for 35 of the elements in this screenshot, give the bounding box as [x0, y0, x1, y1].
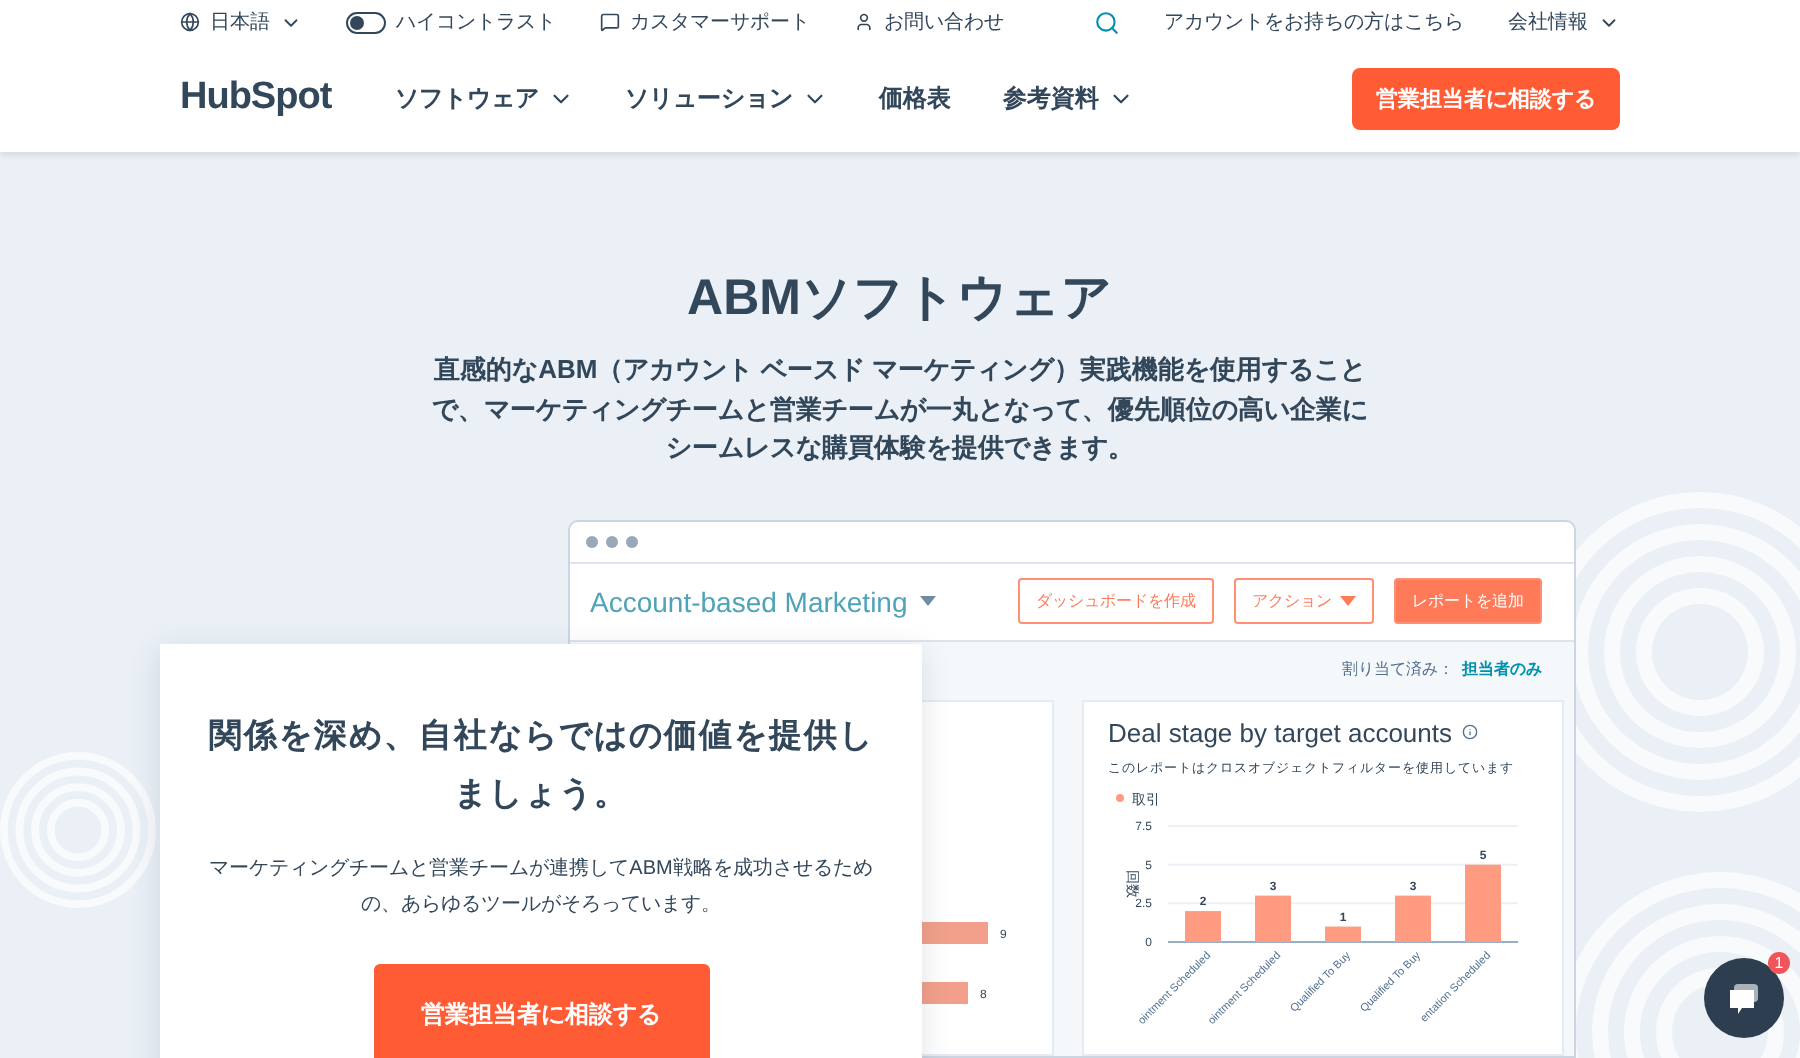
filter-label: 割り当て済み： [1342, 657, 1454, 679]
chart-bar [1325, 925, 1361, 941]
globe-icon [180, 12, 200, 32]
nav-item[interactable]: ソリューション [625, 81, 828, 115]
nav-item[interactable]: 価格表 [879, 81, 952, 115]
person-icon [854, 12, 874, 32]
chat-bubble-icon [1726, 980, 1762, 1016]
login-link[interactable]: アカウントをお持ちの方はこちら [1164, 8, 1464, 36]
toggle-label: ハイコントラスト [396, 10, 556, 36]
support-link[interactable]: カスタマーサポート [630, 8, 810, 36]
page-subtitle: 直感的なABM（アカウント ベースド マーケティング）実践機能を使用することで、マーケティングチームと営業チームが一丸となって、優先順位の高い企業にシームレスな購買体験を提供できます。 [430, 352, 1370, 466]
company-menu[interactable]: 会社情報 [1508, 8, 1620, 36]
chart-bar [1185, 910, 1221, 941]
language-selector[interactable]: 日本語 [180, 8, 302, 36]
card-text: マーケティングチームと営業チームが連携してABM戦略を成功させるための、あらゆるツールがそろっています。 [207, 855, 875, 920]
window-dot [586, 535, 598, 547]
nav-item[interactable]: ソフトウェア [395, 81, 574, 115]
page-title: ABMソフトウェア [687, 268, 1113, 330]
chart-bar [1255, 894, 1291, 941]
caret-icon [919, 596, 936, 606]
notification-badge: 1 [1768, 952, 1790, 974]
card-title: 関係を深め、自社ならではの価値を提供しましょう。 [206, 716, 876, 816]
info-icon[interactable] [1462, 724, 1478, 740]
nav-item[interactable]: 参考資料 [1003, 81, 1134, 115]
contact-link[interactable]: お問い合わせ [884, 8, 1004, 36]
toggle-switch[interactable] [346, 11, 386, 33]
chart-bar [1465, 863, 1501, 941]
window-dot [626, 535, 638, 547]
chat-icon [600, 12, 620, 32]
window-dot [606, 535, 618, 547]
report-title: Deal stage by target accounts [1108, 717, 1452, 747]
caret-icon [1340, 596, 1356, 606]
chart-bar [1395, 894, 1431, 941]
search-icon[interactable] [1094, 9, 1120, 35]
logo[interactable]: HubSpot [180, 76, 332, 120]
